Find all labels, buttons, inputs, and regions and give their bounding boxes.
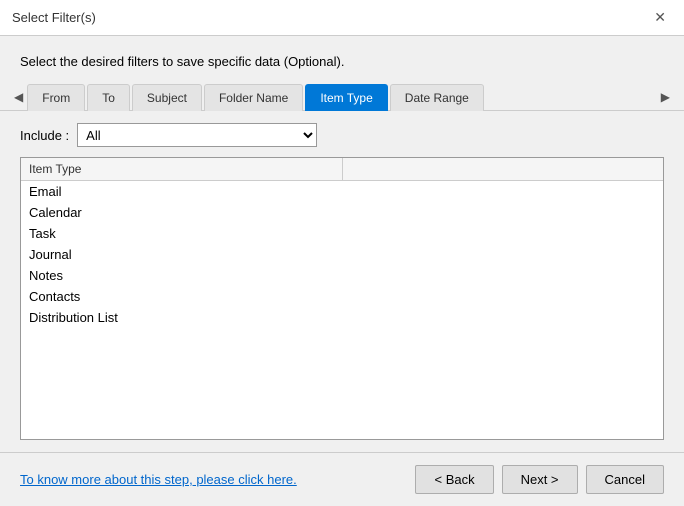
list-header: Item Type bbox=[21, 158, 663, 181]
include-label: Include : bbox=[20, 128, 69, 143]
tab-subject[interactable]: Subject bbox=[132, 84, 202, 111]
include-select[interactable]: AllSelected bbox=[77, 123, 317, 147]
main-content: Include : AllSelected Item Type EmailCal… bbox=[0, 111, 684, 452]
cancel-button[interactable]: Cancel bbox=[586, 465, 664, 494]
tab-date-range[interactable]: Date Range bbox=[390, 84, 484, 111]
list-col-extra bbox=[343, 158, 664, 180]
help-link[interactable]: To know more about this step, please cli… bbox=[20, 472, 297, 487]
item-type-list: Item Type EmailCalendarTaskJournalNotesC… bbox=[20, 157, 664, 440]
footer: To know more about this step, please cli… bbox=[0, 452, 684, 506]
tabs-list: FromToSubjectFolder NameItem TypeDate Ra… bbox=[27, 83, 657, 110]
list-item[interactable]: Journal bbox=[21, 244, 663, 265]
tab-from[interactable]: From bbox=[27, 84, 85, 111]
back-button[interactable]: < Back bbox=[415, 465, 493, 494]
close-button[interactable]: ✕ bbox=[648, 7, 672, 28]
list-item[interactable]: Calendar bbox=[21, 202, 663, 223]
tabs-container: ◀ FromToSubjectFolder NameItem TypeDate … bbox=[0, 83, 684, 111]
dialog-title: Select Filter(s) bbox=[12, 10, 96, 25]
list-item[interactable]: Task bbox=[21, 223, 663, 244]
list-item[interactable]: Distribution List bbox=[21, 307, 663, 328]
footer-buttons: < Back Next > Cancel bbox=[415, 465, 664, 494]
next-button[interactable]: Next > bbox=[502, 465, 578, 494]
list-col-itemtype: Item Type bbox=[21, 158, 343, 180]
description-text: Select the desired filters to save speci… bbox=[0, 36, 684, 83]
dialog-body: Select the desired filters to save speci… bbox=[0, 36, 684, 506]
list-item[interactable]: Email bbox=[21, 181, 663, 202]
list-item[interactable]: Notes bbox=[21, 265, 663, 286]
tab-to[interactable]: To bbox=[87, 84, 130, 111]
tab-folder-name[interactable]: Folder Name bbox=[204, 84, 303, 111]
title-bar: Select Filter(s) ✕ bbox=[0, 0, 684, 36]
tabs-scroll-left-button[interactable]: ◀ bbox=[10, 88, 27, 106]
include-row: Include : AllSelected bbox=[20, 123, 664, 147]
list-body: EmailCalendarTaskJournalNotesContactsDis… bbox=[21, 181, 663, 439]
tab-item-type[interactable]: Item Type bbox=[305, 84, 387, 111]
description-label: Select the desired filters to save speci… bbox=[20, 54, 344, 69]
tabs-scroll-right-button[interactable]: ▶ bbox=[657, 88, 674, 106]
list-item[interactable]: Contacts bbox=[21, 286, 663, 307]
